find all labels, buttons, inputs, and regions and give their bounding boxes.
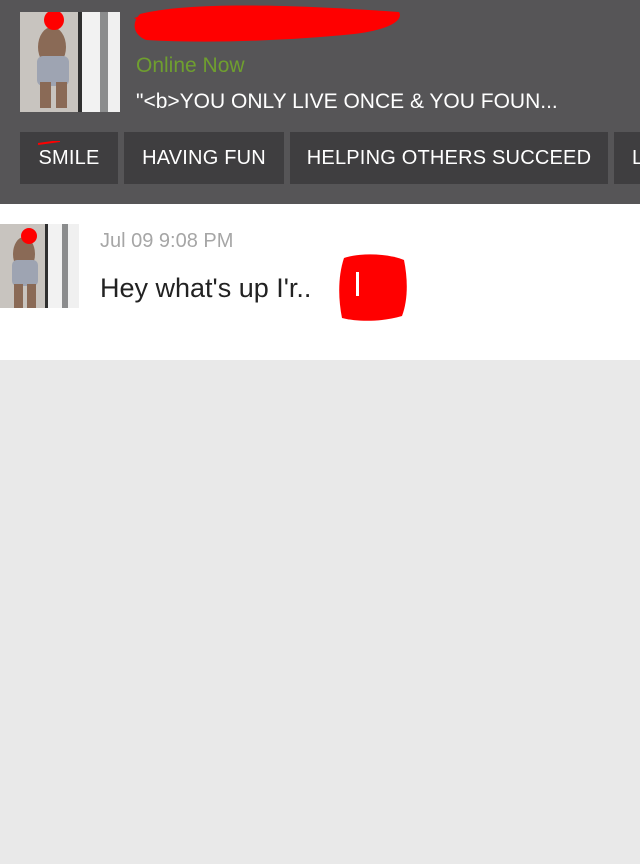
profile-avatar[interactable] [20,12,120,112]
profile-headline: "<b>YOU ONLY LIVE ONCE & YOU FOUN... [136,90,558,113]
name-redaction [134,5,400,42]
online-status: Online Now [136,54,245,77]
message-avatar[interactable] [0,224,79,308]
tag-label: SMILE [38,147,100,169]
tag-having-fun[interactable]: HAVING FUN [124,132,284,184]
message-preview: Hey what's up I'r.. [100,273,312,303]
message-item[interactable]: Jul 09 9:08 PM Hey what's up I'r.. [0,204,640,360]
tag-label: HELPING OTHERS SUCCEED [306,147,592,169]
message-timestamp: Jul 09 9:08 PM [100,230,234,252]
tag-smile[interactable]: SMILE [20,132,118,184]
message-photo-graphic [0,224,79,308]
tag-label: HAVING FUN [142,147,266,169]
profile-photo-graphic [20,12,120,112]
tag-partial[interactable]: L [614,132,640,184]
interest-tags: SMILE HAVING FUN HELPING OTHERS SUCCEED … [20,132,640,184]
profile-header: Online Now "<b>YOU ONLY LIVE ONCE & YOU … [0,0,640,204]
tag-label: L [632,147,640,169]
red-mark [38,141,60,145]
message-redaction [339,254,407,321]
tag-helping-others-succeed[interactable]: HELPING OTHERS SUCCEED [290,132,608,184]
